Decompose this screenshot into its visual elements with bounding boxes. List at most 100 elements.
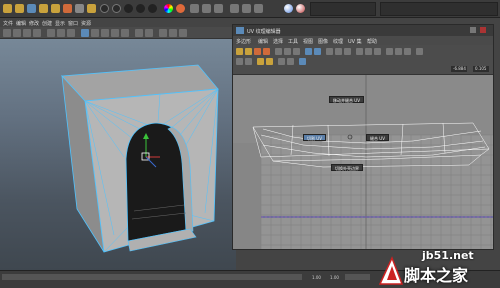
close-icon[interactable] (480, 27, 486, 33)
isolate-icon[interactable] (145, 29, 153, 37)
cylinder-icon[interactable] (148, 4, 157, 13)
sky-icon[interactable] (176, 4, 185, 13)
uv-menu-image[interactable]: 图像 (318, 38, 328, 45)
image-plane-icon[interactable] (33, 29, 41, 37)
uv-layout-icon[interactable] (314, 48, 321, 55)
uv-menu-view[interactable]: 视图 (303, 38, 313, 45)
layout-icon[interactable] (242, 4, 251, 13)
uv-distortion-icon[interactable] (374, 48, 381, 55)
ao-icon[interactable] (159, 29, 167, 37)
textured-icon[interactable] (101, 29, 109, 37)
toolbar-separator-panel (310, 2, 376, 16)
uv-rotate-icon[interactable] (263, 48, 270, 55)
uv-normalize-icon[interactable] (299, 58, 306, 65)
dof-icon[interactable] (179, 29, 187, 37)
sphere-icon[interactable] (124, 4, 133, 13)
uv-grid-icon[interactable] (335, 48, 342, 55)
perspective-viewport[interactable] (0, 39, 236, 270)
uv-move-icon[interactable] (254, 48, 261, 55)
xray-icon[interactable] (135, 29, 143, 37)
ipr-render-icon[interactable] (112, 4, 121, 13)
uv-v-coordinate-field[interactable]: 0.105 (473, 66, 489, 72)
lights-icon[interactable] (111, 29, 119, 37)
resolution-gate-icon[interactable] (67, 29, 75, 37)
light-icon[interactable] (190, 4, 199, 13)
uv-checker-icon[interactable] (356, 48, 363, 55)
menu-file[interactable]: 文件 (3, 20, 13, 27)
smooth-shade-icon[interactable] (91, 29, 99, 37)
paint-select-icon[interactable] (27, 4, 36, 13)
menu-modify[interactable]: 修改 (29, 20, 39, 27)
uv-relax-icon[interactable] (266, 58, 273, 65)
aa-icon[interactable] (169, 29, 177, 37)
menu-display[interactable]: 显示 (55, 20, 65, 27)
rotate-tool-icon[interactable] (51, 4, 60, 13)
uv-channel-icon[interactable] (416, 48, 423, 55)
uv-smudge-icon[interactable] (278, 58, 285, 65)
menu-assets[interactable]: 资源 (81, 20, 91, 27)
wireframe-icon[interactable] (81, 29, 89, 37)
uv-menu-help[interactable]: 帮助 (367, 38, 377, 45)
panel-icon[interactable] (230, 4, 239, 13)
grid-icon[interactable] (214, 4, 223, 13)
uv-image-icon[interactable] (386, 48, 393, 55)
shadows-icon[interactable] (121, 29, 129, 37)
bookmark-icon[interactable] (23, 29, 31, 37)
select-tool-icon[interactable] (3, 4, 12, 13)
uv-unpin-icon[interactable] (245, 58, 252, 65)
timeline-start-field[interactable]: 1.00 (312, 275, 321, 280)
uv-menu-edit[interactable]: 编辑 (258, 38, 268, 45)
snap-grid-icon[interactable] (75, 4, 84, 13)
uv-shade-icon[interactable] (365, 48, 372, 55)
uv-dim-icon[interactable] (395, 48, 402, 55)
uv-snap-icon[interactable] (344, 48, 351, 55)
material-sphere-icon[interactable] (284, 4, 293, 13)
shader-ball-icon[interactable] (296, 4, 305, 13)
uv-canvas[interactable]: 移动并缝合 UV 切割 UV 缝合 UV 切换外壳边界 (233, 75, 493, 249)
cube-icon[interactable] (136, 4, 145, 13)
timeline-end-field[interactable]: 1.00 (330, 275, 339, 280)
camera-icon[interactable] (202, 4, 211, 13)
render-icon[interactable] (100, 4, 109, 13)
uv-texture-editor-window[interactable]: UV 纹理编辑器 多边形 编辑 选择 工具 视图 图像 纹理 UV 集 帮助 -… (232, 24, 494, 250)
uv-flip-icon[interactable] (275, 48, 282, 55)
lasso-tool-icon[interactable] (15, 4, 24, 13)
marking-menu-cut-uv[interactable]: 切割 UV (303, 134, 326, 141)
uv-menu-polygons[interactable]: 多边形 (236, 38, 251, 45)
uv-u-coordinate-field[interactable]: -6.884 (451, 66, 467, 72)
uv-menu-uv-sets[interactable]: UV 集 (348, 38, 362, 45)
marking-menu-move-sew-uv[interactable]: 移动并缝合 UV (329, 96, 364, 103)
uv-stack-icon[interactable] (287, 58, 294, 65)
uv-menu-tools[interactable]: 工具 (288, 38, 298, 45)
uv-lasso-icon[interactable] (245, 48, 252, 55)
marking-menu-sew-uv[interactable]: 缝合 UV (366, 134, 389, 141)
uv-cut-icon[interactable] (284, 48, 291, 55)
uv-filter-icon[interactable] (404, 48, 411, 55)
scale-tool-icon[interactable] (63, 4, 72, 13)
range-slider[interactable] (345, 274, 370, 280)
move-tool-icon[interactable] (39, 4, 48, 13)
uv-pin-icon[interactable] (236, 58, 243, 65)
minimize-icon[interactable] (470, 27, 476, 33)
uv-menu-select[interactable]: 选择 (273, 38, 283, 45)
uv-select-icon[interactable] (236, 48, 243, 55)
camera-attr-icon[interactable] (13, 29, 21, 37)
grid-toggle-icon[interactable] (47, 29, 55, 37)
uv-menu-textures[interactable]: 纹理 (333, 38, 343, 45)
view-select-icon[interactable] (3, 29, 11, 37)
hypershade-icon[interactable] (254, 4, 263, 13)
marking-menu-toggle-shell-border[interactable]: 切换外壳边界 (331, 164, 363, 171)
uv-align-icon[interactable] (326, 48, 333, 55)
door-frame-model[interactable] (0, 39, 236, 270)
uv-editor-title-bar[interactable]: UV 纹理编辑器 (233, 25, 493, 36)
menu-create[interactable]: 创建 (42, 20, 52, 27)
time-slider[interactable] (2, 274, 302, 280)
uv-unfold-icon[interactable] (305, 48, 312, 55)
film-gate-icon[interactable] (57, 29, 65, 37)
menu-edit[interactable]: 编辑 (16, 20, 26, 27)
menu-window[interactable]: 窗口 (68, 20, 78, 27)
snap-curve-icon[interactable] (87, 4, 96, 13)
color-wheel-icon[interactable] (164, 4, 173, 13)
uv-sew-icon[interactable] (293, 48, 300, 55)
uv-straighten-icon[interactable] (257, 58, 264, 65)
